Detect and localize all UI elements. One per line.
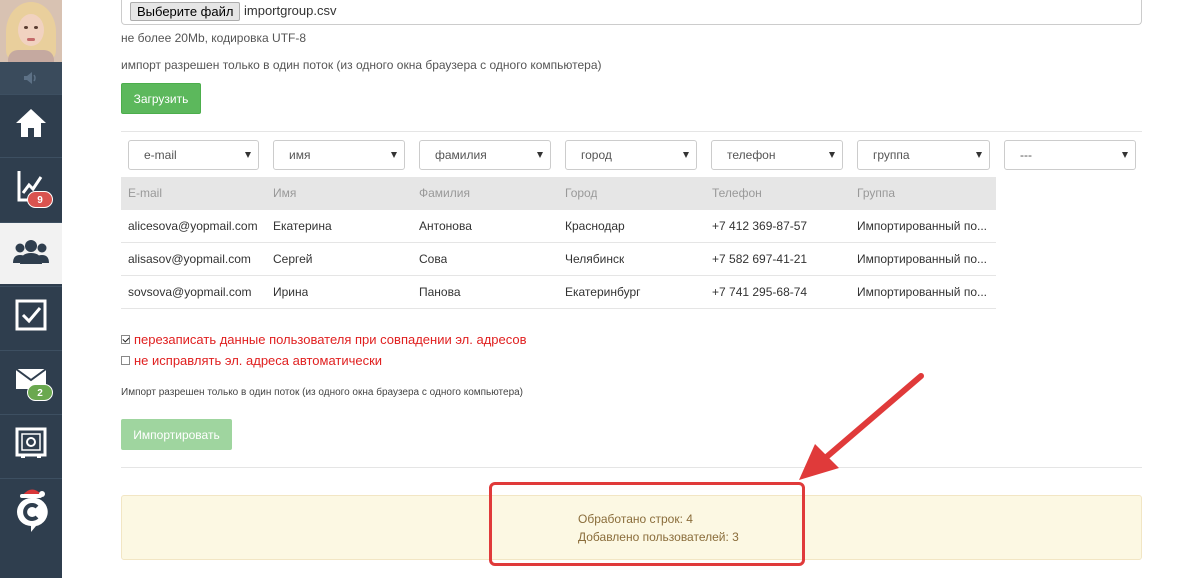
chevron-down-icon xyxy=(683,152,689,158)
map-select-group[interactable]: группа xyxy=(857,140,990,170)
mail-badge: 2 xyxy=(27,384,53,401)
thread-hint: импорт разрешен только в один поток (из … xyxy=(121,58,602,72)
header-name: Имя xyxy=(273,186,297,200)
overwrite-checkbox[interactable] xyxy=(121,335,130,344)
cell-group: Импортированный по... xyxy=(857,285,988,299)
header-group: Группа xyxy=(857,186,896,200)
cell-email: alisasov@yopmail.com xyxy=(128,252,251,266)
table-row: alicesova@yopmail.com Екатерина Антонова… xyxy=(121,210,996,243)
safe-icon xyxy=(15,427,47,464)
table-row: sovsova@yopmail.com Ирина Панова Екатери… xyxy=(121,276,996,309)
cell-phone: +7 412 369-87-57 xyxy=(712,219,808,233)
cell-phone: +7 741 295-68-74 xyxy=(712,285,808,299)
map-select-value: телефон xyxy=(727,148,776,162)
header-city: Город xyxy=(565,186,598,200)
cell-email: alicesova@yopmail.com xyxy=(128,219,258,233)
overwrite-label[interactable]: перезаписать данные пользователя при сов… xyxy=(134,332,527,347)
cell-name: Сергей xyxy=(273,252,313,266)
overwrite-option[interactable]: перезаписать данные пользователя при сов… xyxy=(121,332,527,347)
sidebar-item-mail[interactable]: 2 xyxy=(0,350,62,412)
tasks-icon xyxy=(15,299,47,336)
map-select-email[interactable]: e-mail xyxy=(128,140,259,170)
cell-email: sovsova@yopmail.com xyxy=(128,285,252,299)
map-select-extra[interactable]: --- xyxy=(1004,140,1136,170)
sidebar-item-safe[interactable] xyxy=(0,414,62,476)
sidebar-item-logo[interactable] xyxy=(0,478,62,540)
map-select-surname[interactable]: фамилия xyxy=(419,140,551,170)
header-surname: Фамилия xyxy=(419,186,470,200)
logo-icon xyxy=(14,482,48,537)
chevron-down-icon xyxy=(245,152,251,158)
highlight-frame xyxy=(489,482,805,566)
cell-name: Ирина xyxy=(273,285,309,299)
cell-city: Краснодар xyxy=(565,219,625,233)
sidebar: 9 2 xyxy=(0,0,62,578)
preview-table: E-mail Имя Фамилия Город Телефон Группа … xyxy=(121,177,996,309)
sidebar-item-analytics[interactable]: 9 xyxy=(0,157,62,219)
choose-file-button[interactable]: Выберите файл xyxy=(130,2,241,21)
cell-name: Екатерина xyxy=(273,219,332,233)
header-email: E-mail xyxy=(128,186,163,200)
no-fix-checkbox[interactable] xyxy=(121,356,130,365)
chevron-down-icon xyxy=(1122,152,1128,158)
map-select-value: e-mail xyxy=(144,148,177,162)
sidebar-item-home[interactable] xyxy=(0,94,62,156)
users-icon xyxy=(13,237,49,270)
map-select-value: фамилия xyxy=(435,148,487,162)
sidebar-item-users[interactable] xyxy=(0,222,62,284)
chevron-down-icon xyxy=(537,152,543,158)
no-fix-option[interactable]: не исправлять эл. адреса автоматически xyxy=(121,353,382,368)
map-select-value: имя xyxy=(289,148,311,162)
cell-surname: Антонова xyxy=(419,219,472,233)
pointer-arrow-icon xyxy=(799,373,924,480)
selected-file-name: importgroup.csv xyxy=(244,3,337,18)
map-select-value: город xyxy=(581,148,612,162)
chevron-down-icon xyxy=(391,152,397,158)
cell-surname: Сова xyxy=(419,252,448,266)
divider xyxy=(121,131,1142,132)
no-fix-label[interactable]: не исправлять эл. адреса автоматически xyxy=(134,353,382,368)
map-select-value: группа xyxy=(873,148,910,162)
cell-city: Екатеринбург xyxy=(565,285,641,299)
header-phone: Телефон xyxy=(712,186,762,200)
map-select-phone[interactable]: телефон xyxy=(711,140,843,170)
home-icon xyxy=(14,107,48,144)
analytics-badge: 9 xyxy=(27,191,53,208)
upload-button[interactable]: Загрузить xyxy=(121,83,201,114)
map-select-name[interactable]: имя xyxy=(273,140,405,170)
cell-group: Импортированный по... xyxy=(857,252,988,266)
sound-icon[interactable] xyxy=(0,62,62,94)
map-select-city[interactable]: город xyxy=(565,140,697,170)
avatar[interactable] xyxy=(0,0,62,62)
size-hint: не более 20Mb, кодировка UTF-8 xyxy=(121,31,307,45)
divider xyxy=(121,467,1142,468)
chevron-down-icon xyxy=(829,152,835,158)
chevron-down-icon xyxy=(976,152,982,158)
table-header: E-mail Имя Фамилия Город Телефон Группа xyxy=(121,177,996,210)
table-row: alisasov@yopmail.com Сергей Сова Челябин… xyxy=(121,243,996,276)
import-button[interactable]: Импортировать xyxy=(121,419,232,450)
file-upload-field[interactable]: Выберите файл importgroup.csv xyxy=(121,0,1142,25)
cell-city: Челябинск xyxy=(565,252,625,266)
map-select-value: --- xyxy=(1020,148,1032,162)
cell-group: Импортированный по... xyxy=(857,219,988,233)
cell-phone: +7 582 697-41-21 xyxy=(712,252,808,266)
sidebar-item-tasks[interactable] xyxy=(0,286,62,348)
import-note: Импорт разрешен только в один поток (из … xyxy=(121,387,524,398)
cell-surname: Панова xyxy=(419,285,461,299)
